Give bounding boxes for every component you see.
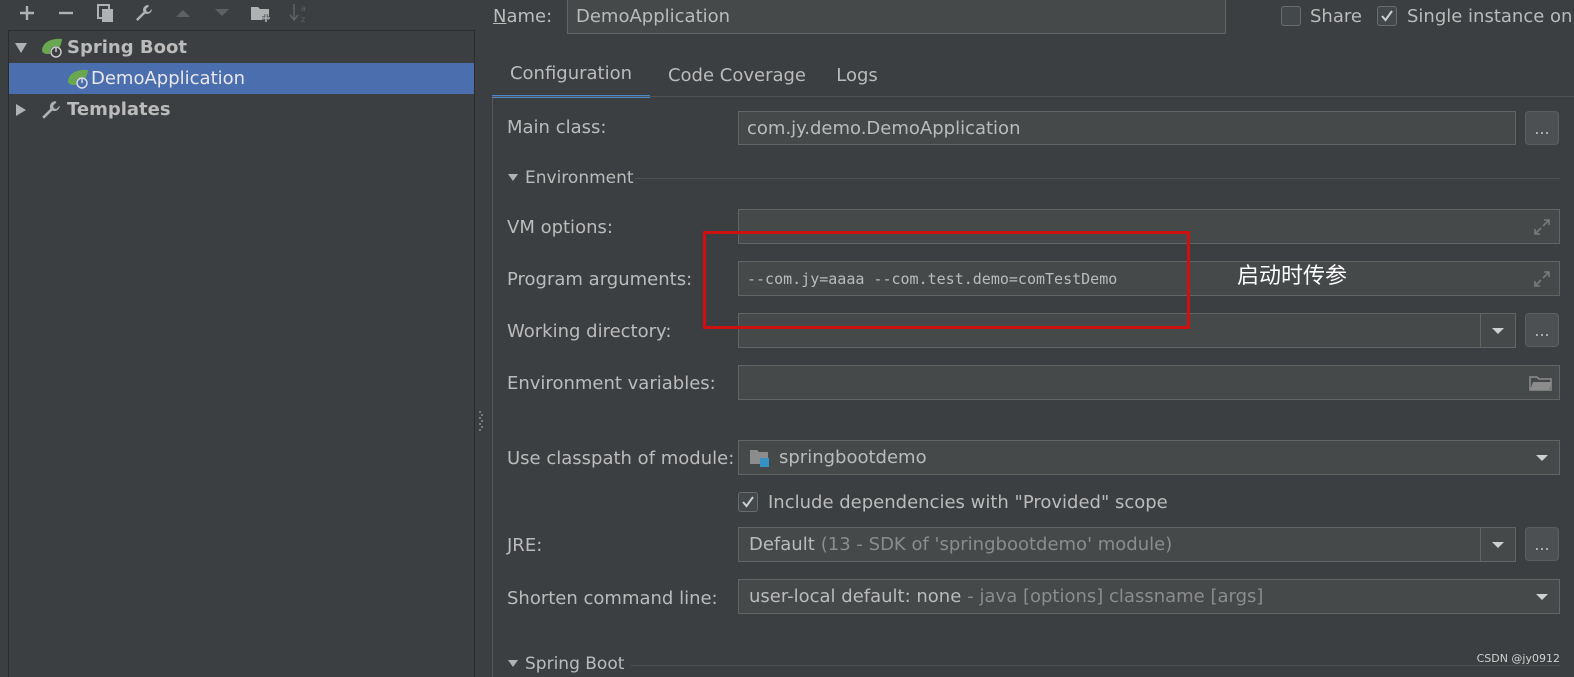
shorten-command-line-detail: - java [options] classname [args] <box>967 586 1264 607</box>
single-instance-label: Single instance onl <box>1407 6 1574 27</box>
expand-field-icon[interactable] <box>1533 218 1551 236</box>
tab-code-coverage[interactable]: Code Coverage <box>662 52 812 98</box>
copy-icon[interactable] <box>91 0 119 26</box>
environment-variables-input[interactable] <box>738 365 1560 400</box>
tree-item-label: Templates <box>67 99 171 120</box>
shorten-command-line-value: user-local default: none <box>749 586 962 607</box>
dropdown-arrow-icon[interactable] <box>1481 528 1515 561</box>
jre-label: JRE: <box>507 535 543 556</box>
share-label: Share <box>1310 6 1362 27</box>
collapse-arrow-icon[interactable] <box>12 101 30 119</box>
browse-main-class-button[interactable]: ... <box>1525 111 1559 145</box>
tree-item-templates[interactable]: Templates <box>9 94 474 125</box>
dropdown-arrow-icon[interactable] <box>1525 441 1559 474</box>
dropdown-arrow-icon[interactable] <box>1481 314 1515 347</box>
wrench-icon[interactable] <box>130 0 158 26</box>
classpath-module-combo[interactable]: springbootdemo <box>738 440 1560 475</box>
jre-value: Default <box>749 534 815 555</box>
dropdown-arrow-icon[interactable] <box>1525 580 1559 613</box>
name-label-text: ame: <box>506 6 553 27</box>
browse-jre-button[interactable]: ... <box>1525 527 1559 561</box>
annotation-text: 启动时传参 <box>1237 264 1348 289</box>
add-icon[interactable] <box>13 0 41 26</box>
jre-detail: (13 - SDK of 'springbootdemo' module) <box>820 534 1173 555</box>
watermark: CSDN @jy0912 <box>1476 652 1560 665</box>
configurations-sidebar: az Spring Boot DemoApplication Templates <box>0 0 476 677</box>
shorten-command-line-combo[interactable]: user-local default: none - java [options… <box>738 579 1560 614</box>
svg-text:z: z <box>301 15 305 24</box>
tree-item-demoapplication[interactable]: DemoApplication <box>9 63 474 94</box>
jre-combo[interactable]: Default (13 - SDK of 'springbootdemo' mo… <box>738 527 1516 562</box>
new-folder-icon[interactable] <box>247 0 275 26</box>
annotation-highlight-box <box>703 231 1190 329</box>
spring-boot-section-label: Spring Boot <box>525 654 625 674</box>
vm-options-label: VM options: <box>507 217 613 238</box>
tab-configuration[interactable]: Configuration <box>492 52 650 98</box>
spring-boot-section-header[interactable]: Spring Boot <box>507 654 624 674</box>
shorten-command-line-label: Shorten command line: <box>507 588 718 609</box>
tree-item-label: Spring Boot <box>67 37 187 58</box>
sidebar-toolbar: az <box>0 0 476 28</box>
expand-arrow-icon[interactable] <box>12 39 30 57</box>
classpath-module-label: Use classpath of module: <box>507 448 735 469</box>
sort-alphabetically-icon[interactable]: az <box>286 0 314 26</box>
checkmark-icon <box>1381 10 1393 22</box>
section-collapse-icon <box>508 660 518 667</box>
folder-browse-icon[interactable] <box>1529 374 1553 397</box>
move-up-icon[interactable] <box>169 0 197 26</box>
configurations-tree: Spring Boot DemoApplication Templates <box>8 30 475 677</box>
panel-splitter-handle[interactable] <box>479 410 483 432</box>
include-dependencies-label: Include dependencies with "Provided" sco… <box>768 492 1168 513</box>
environment-variables-label: Environment variables: <box>507 373 716 394</box>
environment-section-label: Environment <box>525 168 634 188</box>
move-down-icon[interactable] <box>208 0 236 26</box>
section-divider <box>635 178 1560 179</box>
environment-section-header[interactable]: Environment <box>507 168 634 188</box>
expand-field-icon[interactable] <box>1533 270 1551 293</box>
config-tabs: Configuration Code Coverage Logs <box>492 52 1574 98</box>
main-class-input[interactable]: com.jy.demo.DemoApplication <box>738 111 1516 145</box>
main-class-label: Main class: <box>507 117 607 138</box>
include-dependencies-checkbox[interactable] <box>738 492 758 512</box>
remove-icon[interactable] <box>52 0 80 26</box>
tab-logs[interactable]: Logs <box>832 52 882 98</box>
tree-item-label: DemoApplication <box>91 68 246 89</box>
single-instance-checkbox[interactable] <box>1377 6 1397 26</box>
section-collapse-icon <box>508 174 518 181</box>
section-divider <box>631 665 1560 666</box>
tabs-divider <box>492 96 1574 97</box>
configuration-editor: Name: DemoApplication Share Single insta… <box>484 0 1574 677</box>
svg-text:a: a <box>301 4 306 13</box>
classpath-module-value: springbootdemo <box>779 447 927 468</box>
spring-boot-icon <box>40 37 66 64</box>
checkmark-icon <box>742 496 754 508</box>
module-folder-icon <box>750 449 769 467</box>
program-arguments-label: Program arguments: <box>507 269 693 290</box>
name-input[interactable]: DemoApplication <box>567 0 1226 34</box>
configuration-tab-content: Main class: com.jy.demo.DemoApplication … <box>492 98 1574 677</box>
browse-working-directory-button[interactable]: ... <box>1525 313 1559 347</box>
spring-boot-run-icon <box>66 68 92 95</box>
name-row: Name: DemoApplication Share Single insta… <box>484 0 1574 36</box>
share-checkbox[interactable] <box>1281 6 1301 26</box>
run-configurations-dialog: az Spring Boot DemoApplication Templates… <box>0 0 1574 677</box>
wrench-icon <box>40 99 62 126</box>
name-label: Name: <box>493 6 553 27</box>
tree-item-spring-boot[interactable]: Spring Boot <box>9 32 474 63</box>
working-directory-label: Working directory: <box>507 321 672 342</box>
